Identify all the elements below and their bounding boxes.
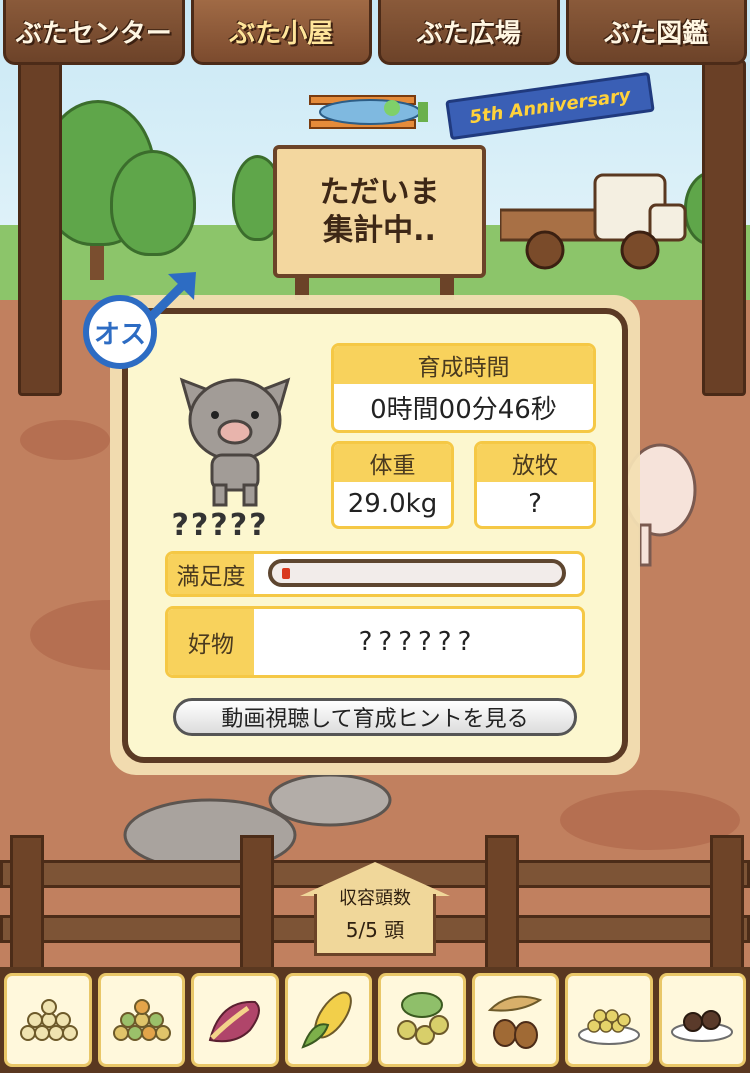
growth-time-label: 育成時間 — [334, 346, 593, 384]
satisfaction-label: 満足度 — [168, 554, 254, 594]
truffle-plate-icon — [671, 1010, 734, 1042]
fence-post — [10, 835, 44, 975]
fence-post — [710, 835, 744, 975]
acorn-icon — [488, 995, 543, 1049]
tree — [110, 150, 196, 256]
gender-badge: オス — [83, 295, 157, 369]
tab-buta-koya[interactable]: ぶた小屋 — [190, 0, 372, 65]
gate-post — [702, 60, 746, 396]
watch-video-hint-button[interactable]: 動画視聴して育成ヒントを見る — [173, 698, 577, 736]
ranking-signboard: ただいま 集計中.. — [273, 145, 486, 278]
mixed-beans-icon — [113, 999, 172, 1041]
fence-post — [485, 835, 519, 975]
herbs-icon — [396, 992, 449, 1045]
capacity-title: 収容頭数 — [339, 888, 411, 909]
sign-line: 集計中.. — [323, 212, 436, 248]
food-slot-herbs[interactable] — [378, 973, 466, 1067]
ranch-scene: 5th Anniversary ただいま 集計中.. ぶたセンター ぶた小屋 ぶ… — [0, 0, 750, 1073]
growth-time-value: 0時間00分46秒 — [370, 394, 557, 425]
white-beans-icon — [19, 999, 78, 1041]
food-slot-truffle[interactable] — [658, 973, 746, 1067]
truck-icon — [500, 173, 687, 270]
dirt-patch — [20, 420, 110, 460]
pig-name: ????? — [171, 508, 269, 543]
capacity-sign: 収容頭数 5/5 頭 — [300, 862, 450, 957]
corn-icon — [301, 991, 353, 1049]
food-toolbar — [0, 967, 750, 1073]
sweet-potato-icon — [208, 1000, 260, 1043]
weight-box: 体重 29.0kg — [331, 441, 454, 529]
satisfaction-bar-fill — [282, 568, 290, 579]
favorite-food-row: 好物 ?????? — [165, 606, 585, 678]
food-slot-corn[interactable] — [284, 973, 372, 1067]
grazing-value: ? — [528, 489, 542, 519]
food-slot-sweet-potato[interactable] — [191, 973, 279, 1067]
fence-post — [240, 835, 274, 975]
satisfaction-bar — [268, 559, 566, 587]
growth-time-box: 育成時間 0時間00分46秒 — [331, 343, 596, 433]
food-slot-rice-bowl[interactable] — [565, 973, 653, 1067]
favorite-food-label: 好物 — [168, 609, 254, 675]
tab-buta-zukan[interactable]: ぶた図鑑 — [565, 0, 747, 65]
tab-buta-hiroba[interactable]: ぶた広場 — [378, 0, 560, 65]
biplane-icon — [309, 95, 428, 129]
weight-value: 29.0kg — [347, 489, 438, 519]
rice-bowl-icon — [577, 1009, 640, 1045]
tab-buta-center[interactable]: ぶたセンター — [3, 0, 185, 65]
pig-portrait-icon — [179, 377, 291, 507]
capacity-value: 5/5 頭 — [345, 918, 405, 942]
gate-post — [18, 60, 62, 396]
favorite-food-value: ?????? — [358, 627, 478, 657]
grazing-label: 放牧 — [477, 444, 593, 482]
sign-line: ただいま — [319, 174, 440, 210]
grazing-box: 放牧 ? — [474, 441, 596, 529]
top-navigation: ぶたセンター ぶた小屋 ぶた広場 ぶた図鑑 — [0, 0, 750, 72]
food-slot-mixed-beans[interactable] — [97, 973, 185, 1067]
weight-label: 体重 — [334, 444, 451, 482]
food-slot-acorn[interactable] — [471, 973, 559, 1067]
food-slot-white-beans[interactable] — [4, 973, 92, 1067]
